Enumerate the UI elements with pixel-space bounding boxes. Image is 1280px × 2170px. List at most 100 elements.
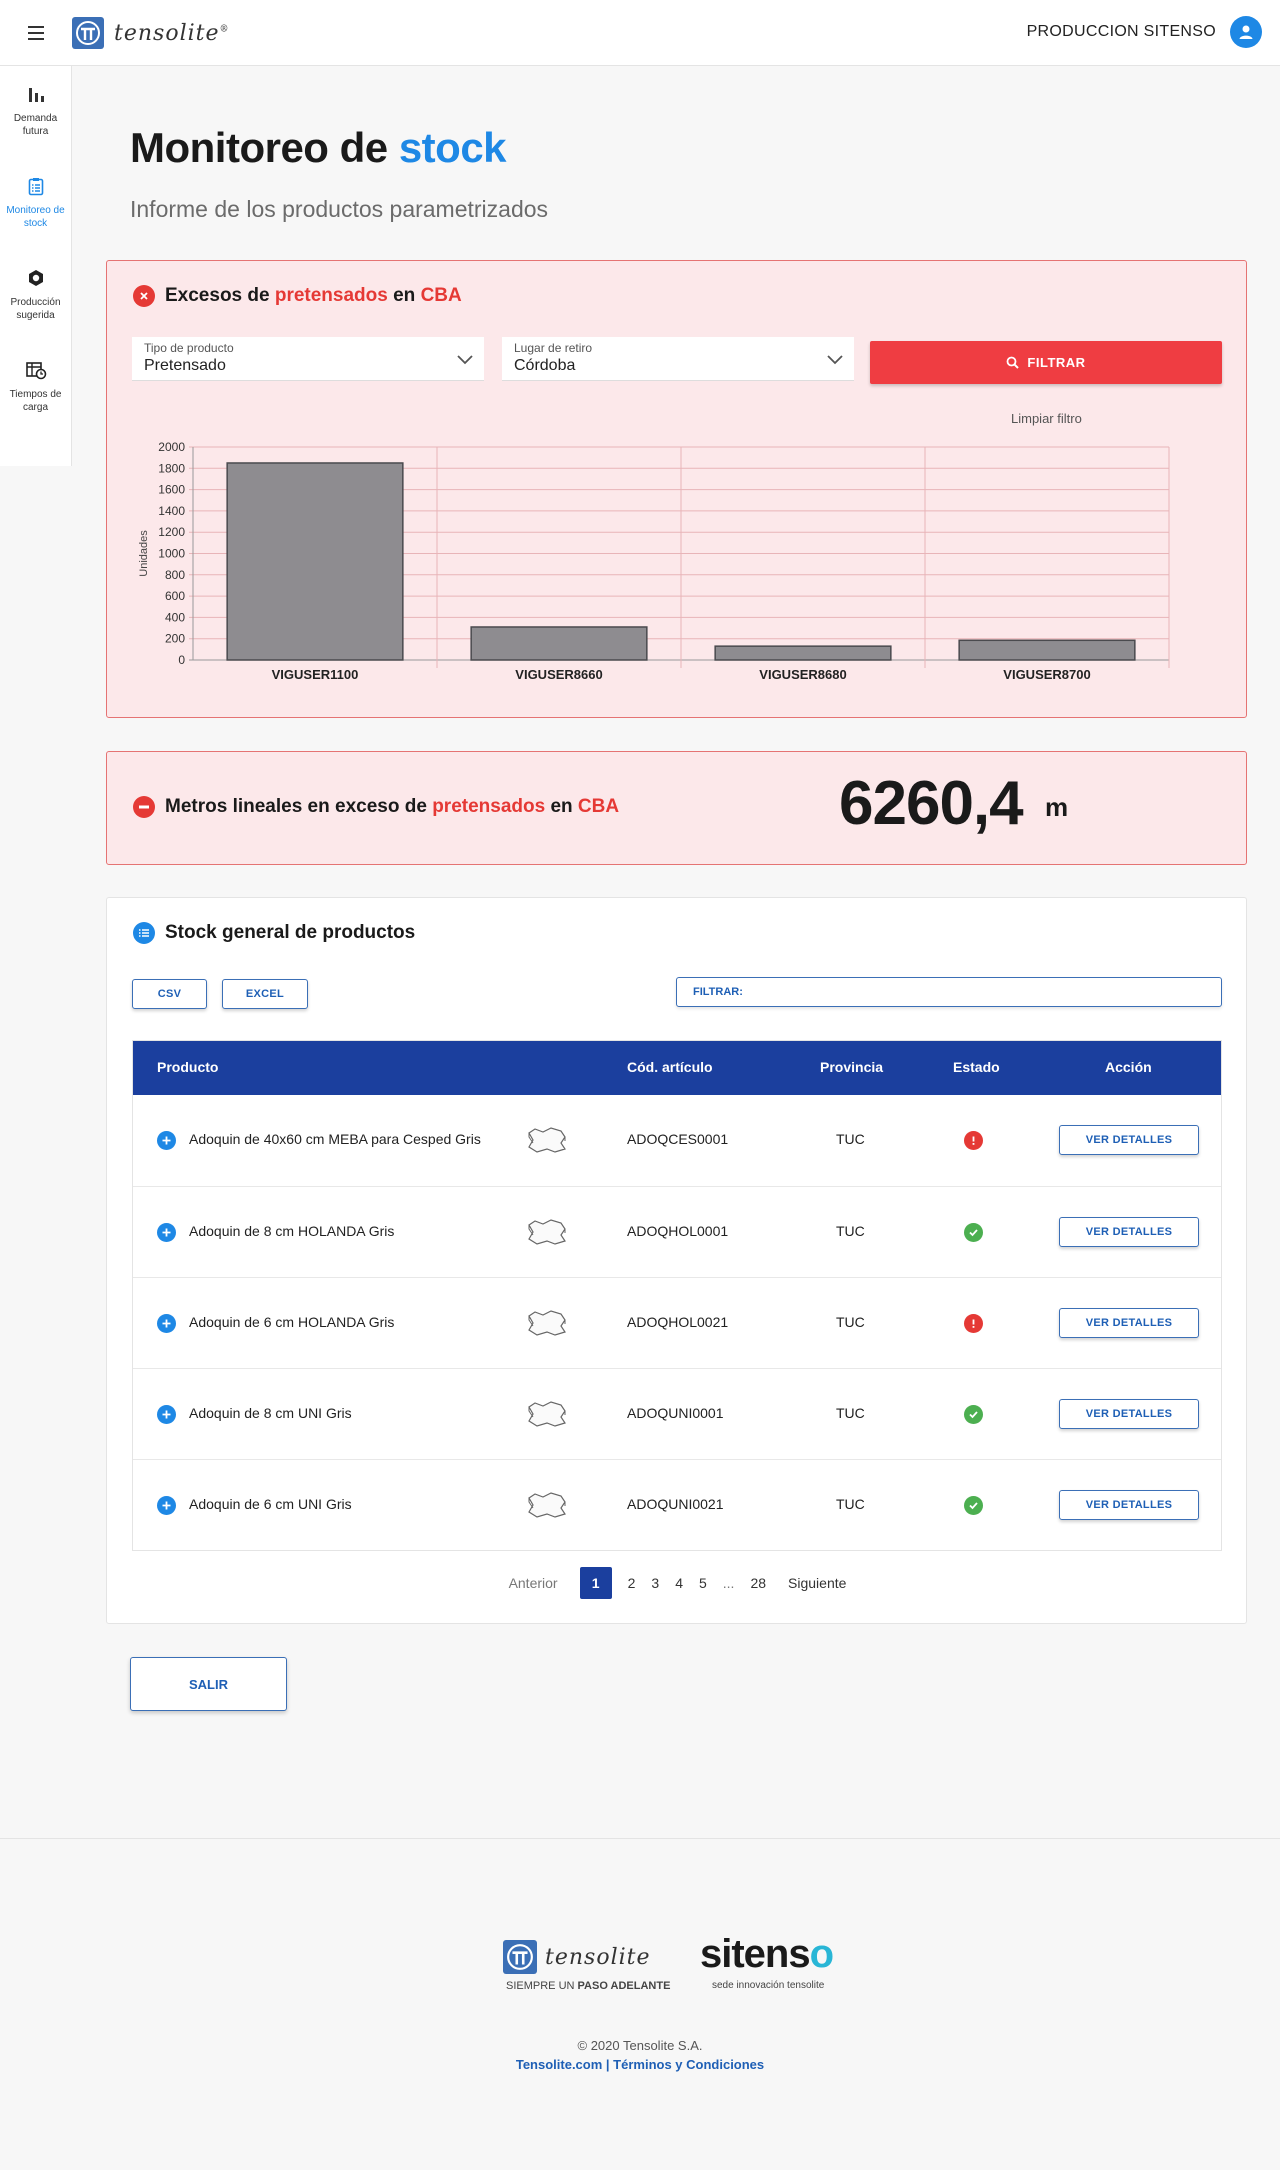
clear-filter-link[interactable]: Limpiar filtro	[1011, 411, 1082, 426]
x-tick-label: VIGUSER1100	[272, 667, 359, 681]
excel-button[interactable]: EXCEL	[222, 979, 308, 1009]
expand-row-icon[interactable]	[157, 1131, 176, 1150]
sidebar-item-monitoreo[interactable]: Monitoreo de stock	[0, 158, 71, 250]
product-code: ADOQCES0001	[627, 1131, 729, 1147]
footer-divider	[0, 1838, 1280, 1839]
tensolite-logo[interactable]: tensolite®	[72, 17, 230, 49]
sidebar-item-label: Demanda futura	[13, 113, 58, 137]
product-name: Adoquin de 6 cm HOLANDA Gris	[189, 1314, 395, 1330]
product-province: TUC	[836, 1314, 865, 1330]
check-circle-icon	[964, 1405, 983, 1424]
pagination-prev[interactable]: Anterior	[509, 1575, 558, 1591]
stock-card-title: Stock general de productos	[133, 922, 415, 944]
pagination-page[interactable]: 3	[651, 1575, 659, 1591]
paver-image-icon	[528, 1219, 566, 1245]
x-tick-label: VIGUSER8680	[759, 667, 846, 681]
sidebar: Demanda futura Monitoreo de stock Produc…	[0, 66, 72, 466]
stock-table: Producto Cód. artículo Provincia Estado …	[132, 1040, 1222, 1551]
pagination-page[interactable]: 5	[699, 1575, 707, 1591]
table-header: Producto Cód. artículo Provincia Estado …	[133, 1041, 1221, 1095]
stock-card: Stock general de productos CSV EXCEL FIL…	[106, 897, 1247, 1624]
product-code: ADOQUNI0001	[627, 1405, 724, 1421]
expand-row-icon[interactable]	[157, 1223, 176, 1242]
sitenso-logo: sitenso	[700, 1932, 834, 1976]
location-caption: Lugar de retiro	[514, 341, 593, 355]
expand-row-icon[interactable]	[157, 1405, 176, 1424]
product-type-value: Pretensado	[144, 357, 226, 374]
table-filter-input[interactable]	[751, 982, 1211, 1002]
col-producto[interactable]: Producto	[157, 1059, 218, 1075]
filter-button[interactable]: FILTRAR	[870, 341, 1222, 384]
y-tick-label: 1000	[158, 547, 185, 561]
close-circle-icon	[133, 285, 155, 307]
bar	[470, 626, 648, 661]
view-details-button[interactable]: VER DETALLES	[1059, 1125, 1199, 1155]
menu-icon[interactable]	[24, 22, 48, 44]
terms-link[interactable]: Términos y Condiciones	[613, 2057, 764, 2072]
footer-brand-wordmark: tensolite	[545, 1944, 651, 1970]
csv-button[interactable]: CSV	[132, 979, 207, 1009]
y-tick-label: 0	[178, 653, 185, 667]
view-details-button[interactable]: VER DETALLES	[1059, 1490, 1199, 1520]
pagination-page[interactable]: 28	[750, 1575, 766, 1591]
table-body: Adoquin de 40x60 cm MEBA para Cesped Gri…	[133, 1095, 1221, 1550]
list-icon	[133, 922, 155, 944]
y-axis-label: Unidades	[138, 530, 150, 577]
brand-wordmark: tensolite®	[114, 20, 230, 46]
col-accion[interactable]: Acción	[1105, 1059, 1152, 1075]
product-province: TUC	[836, 1405, 865, 1421]
product-type-select[interactable]: Tipo de producto Pretensado	[132, 337, 484, 381]
meters-card-title: Metros lineales en exceso de pretensados…	[133, 796, 619, 818]
y-tick-label: 400	[165, 610, 185, 624]
excess-card: Excesos de pretensados en CBA Tipo de pr…	[106, 260, 1247, 718]
table-row: Adoquin de 6 cm HOLANDA Gris ADOQHOL0021 T…	[133, 1277, 1221, 1368]
paver-image-icon	[528, 1492, 566, 1518]
user-avatar-icon[interactable]	[1230, 16, 1262, 48]
user-name[interactable]: PRODUCCION SITENSO	[1027, 23, 1216, 41]
sidebar-item-demanda[interactable]: Demanda futura	[0, 66, 71, 158]
excess-meters-unit: m	[1045, 792, 1069, 822]
expand-row-icon[interactable]	[157, 1314, 176, 1333]
col-codigo[interactable]: Cód. artículo	[627, 1059, 713, 1075]
chevron-down-icon	[457, 355, 473, 365]
product-province: TUC	[836, 1131, 865, 1147]
minus-circle-icon	[133, 796, 155, 818]
paver-image-icon	[528, 1401, 566, 1427]
table-clock-icon	[24, 358, 48, 382]
sidebar-item-produccion[interactable]: Producción sugerida	[0, 250, 71, 342]
y-tick-label: 1400	[158, 504, 185, 518]
table-row: Adoquin de 8 cm HOLANDA Gris ADOQHOL0001 T…	[133, 1186, 1221, 1277]
clipboard-list-icon	[24, 174, 48, 198]
pagination-page[interactable]: 1	[579, 1567, 612, 1599]
sidebar-item-tiempos[interactable]: Tiempos de carga	[0, 342, 71, 434]
view-details-button[interactable]: VER DETALLES	[1059, 1308, 1199, 1338]
col-estado[interactable]: Estado	[953, 1059, 1000, 1075]
col-provincia[interactable]: Provincia	[820, 1059, 883, 1075]
pagination-next[interactable]: Siguiente	[788, 1575, 846, 1591]
table-row: Adoquin de 8 cm UNI Gris ADOQUNI0001 TUC VE…	[133, 1368, 1221, 1459]
x-tick-label: VIGUSER8660	[515, 667, 602, 681]
view-details-button[interactable]: VER DETALLES	[1059, 1399, 1199, 1429]
paver-image-icon	[528, 1127, 566, 1153]
tensolite-site-link[interactable]: Tensolite.com	[516, 2057, 602, 2072]
product-type-caption: Tipo de producto	[144, 341, 234, 355]
y-tick-label: 200	[165, 632, 185, 646]
paver-image-icon	[528, 1310, 566, 1336]
location-select[interactable]: Lugar de retiro Córdoba	[502, 337, 854, 381]
bar	[226, 462, 404, 661]
view-details-button[interactable]: VER DETALLES	[1059, 1217, 1199, 1247]
product-name: Adoquin de 8 cm UNI Gris	[189, 1405, 352, 1421]
footer-tensolite-logo: tensolite	[503, 1940, 651, 1974]
product-code: ADOQHOL0001	[627, 1223, 729, 1239]
sidebar-item-label: Monitoreo de stock	[6, 205, 65, 229]
sidebar-item-label: Producción sugerida	[10, 297, 61, 321]
pagination-page[interactable]: 4	[675, 1575, 683, 1591]
page-subtitle: Informe de los productos parametrizados	[130, 196, 549, 222]
exit-button[interactable]: SALIR	[130, 1657, 287, 1711]
filter-label: FILTRAR:	[693, 986, 743, 998]
check-circle-icon	[964, 1223, 983, 1242]
top-bar: tensolite® PRODUCCION SITENSO	[0, 0, 1280, 66]
footer-slogan: SIEMPRE UN PASO ADELANTE	[506, 1980, 671, 1992]
pagination-page[interactable]: 2	[628, 1575, 636, 1591]
expand-row-icon[interactable]	[157, 1496, 176, 1515]
